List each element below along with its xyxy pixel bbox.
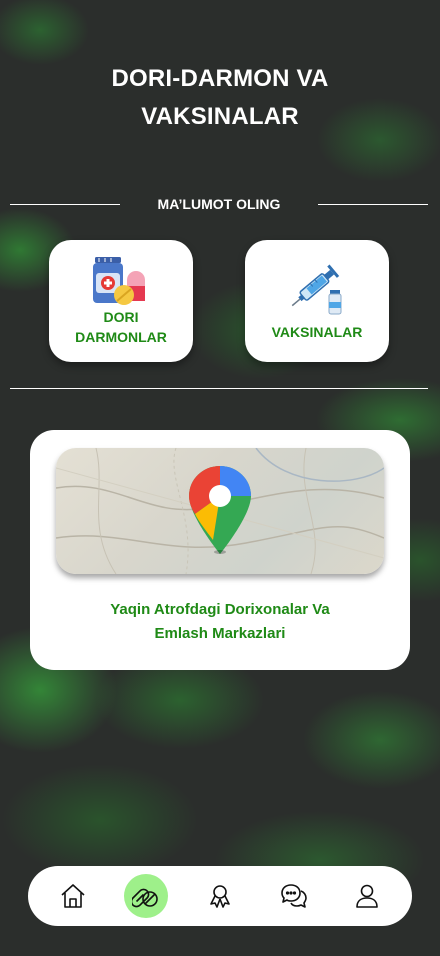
nav-chat[interactable] (272, 874, 316, 918)
google-maps-pin-icon (189, 466, 251, 554)
page-title-line1: DORI-DARMON VA (111, 65, 329, 92)
chat-icon (280, 884, 307, 908)
map-image (56, 448, 384, 574)
section-divider: MA’LUMOT OLING (10, 194, 428, 214)
vaccines-card[interactable]: VAKSINALAR (245, 240, 389, 362)
medicines-card-label: DORI DARMONLAR (75, 307, 167, 347)
divider-line-right (318, 204, 428, 205)
map-card-caption: Yaqin Atrofdagi Dorixonalar Va Emlash Ma… (50, 598, 390, 646)
map-caption-line1: Yaqin Atrofdagi Dorixonalar Va (110, 601, 330, 618)
section-separator (10, 388, 428, 389)
user-icon (356, 884, 378, 908)
nav-home[interactable] (51, 874, 95, 918)
syringe-vaccine-icon (291, 264, 342, 315)
nearby-pharmacies-card[interactable]: Yaqin Atrofdagi Dorixonalar Va Emlash Ma… (30, 430, 410, 670)
map-caption-line2: Emlash Markazlari (154, 625, 286, 642)
home-icon (61, 884, 85, 908)
page-title-line2: VAKSINALAR (141, 103, 299, 130)
pills-icon (132, 888, 159, 908)
nav-profile[interactable] (345, 874, 389, 918)
medicines-label-line1: DORI (103, 309, 139, 325)
nav-awards[interactable] (198, 874, 242, 918)
medicines-label-line2: DARMONLAR (75, 329, 167, 345)
vaccines-card-label: VAKSINALAR (271, 324, 363, 340)
page-title: DORI-DARMON VA VAKSINALAR (0, 60, 440, 136)
award-icon (210, 885, 230, 908)
medicine-pills-icon (93, 257, 145, 305)
nav-medicines[interactable] (124, 874, 169, 918)
medicines-card[interactable]: DORI DARMONLAR (49, 240, 193, 362)
bottom-nav (28, 866, 412, 926)
